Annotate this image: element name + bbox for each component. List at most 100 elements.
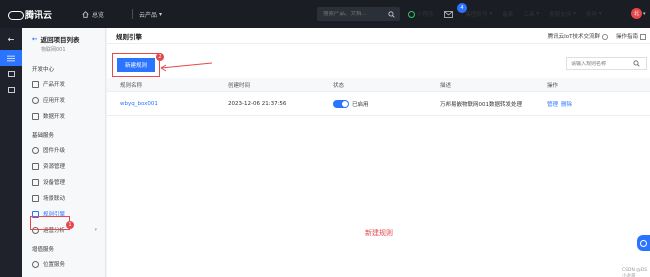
- sidebar-item-devices[interactable]: 设备管理: [22, 174, 105, 190]
- column-header: 创建时间: [228, 82, 251, 89]
- chevron-down-icon: ▾: [573, 11, 576, 17]
- back-to-projects-label: 返回项目列表: [40, 36, 80, 44]
- sidebar-item-product-dev[interactable]: 产品开发: [22, 76, 105, 92]
- search-icon[interactable]: [633, 60, 640, 67]
- brand-name: 腾讯云: [25, 10, 53, 21]
- rule-search-input[interactable]: [567, 60, 633, 67]
- avatar[interactable]: 北: [631, 8, 642, 19]
- nav-group-account[interactable]: 集团账号 ▾: [466, 10, 493, 18]
- guide-link[interactable]: 操作指南: [616, 32, 646, 40]
- arrow-left-icon: ←: [32, 35, 38, 43]
- sidebar-item-data-dev[interactable]: 数据开发: [22, 108, 105, 124]
- status-text: 已启用: [352, 101, 369, 108]
- column-header: 规则名称: [120, 82, 143, 89]
- chevron-down-icon: ▾: [643, 11, 646, 17]
- table-row: wbyq_box001 2023-12-06 21:37:56 已启用 万邦易嵌…: [107, 92, 650, 116]
- sidebar: ← 返回项目列表 物联网001 开发中心 产品开发 应用开发 数据开发 基础服务…: [22, 28, 106, 277]
- sidebar-item-scenes[interactable]: 场景联动: [22, 190, 105, 206]
- chevron-down-icon: ▾: [159, 10, 163, 18]
- mini-program-icon: [408, 10, 415, 18]
- sidebar-group-title: 增值服务: [32, 247, 55, 253]
- resource-icon: [32, 162, 39, 170]
- sidebar-item-label: 位置服务: [43, 262, 66, 268]
- grid-icon[interactable]: [0, 66, 22, 82]
- chevron-down-icon: ▾: [489, 11, 493, 17]
- external-link-icon: [640, 33, 646, 40]
- nav-mail[interactable]: [443, 10, 456, 18]
- table-header: 规则名称 创建时间 状态 描述 操作: [107, 78, 650, 92]
- nav-filing[interactable]: 备案: [502, 10, 513, 18]
- created-time: 2023-12-06 21:37:56: [228, 100, 287, 107]
- sidebar-item-resources[interactable]: 资源管理: [22, 158, 105, 174]
- community-link-label: 腾讯云IoT技术交流群: [547, 34, 600, 40]
- arrow-left-icon[interactable]: ←: [0, 28, 22, 50]
- qrcode-icon: [601, 33, 608, 40]
- chevron-down-icon: ▾: [536, 11, 540, 17]
- sidebar-item-label: 固件升级: [43, 148, 66, 154]
- annotation-highlight-box: [30, 216, 70, 230]
- project-name: 物联网001: [41, 47, 66, 53]
- help-icon: [640, 239, 647, 247]
- scene-icon: [32, 194, 39, 202]
- icon-rail: ←: [0, 28, 22, 277]
- nav-right-group: 小程序 集团账号 ▾ 备案 工具 ▾ 客服支持 ▾ 费用 ▾: [408, 0, 612, 28]
- mail-count-badge: 4: [457, 3, 467, 13]
- sidebar-item-label: 应用开发: [43, 98, 66, 104]
- panel-icon[interactable]: [0, 82, 22, 98]
- delete-link[interactable]: 删除: [561, 100, 572, 108]
- nav-tools-label: 工具: [523, 12, 535, 18]
- sidebar-item-label: 场景联动: [43, 196, 66, 202]
- nav-home-label: 总览: [92, 11, 105, 19]
- rule-search[interactable]: [566, 57, 647, 70]
- description: 万邦易嵌物联网001数据转发处理: [440, 101, 522, 108]
- sidebar-item-location[interactable]: 位置服务: [22, 256, 105, 272]
- guide-link-label: 操作指南: [615, 34, 638, 40]
- cloud-logo-icon: [8, 9, 24, 20]
- watermark: CSDN @DS小龙哥: [622, 268, 648, 277]
- column-header: 操作: [547, 82, 559, 89]
- nav-mini-program[interactable]: 小程序: [408, 10, 434, 18]
- chevron-down-icon: ▾: [598, 11, 602, 17]
- location-icon: [32, 260, 39, 268]
- sidebar-item-firmware[interactable]: 固件升级: [22, 142, 105, 158]
- list-icon[interactable]: [0, 50, 22, 66]
- mail-icon: [443, 10, 453, 18]
- nav-divider: [132, 9, 133, 19]
- sidebar-group-title: 基础服务: [32, 133, 55, 139]
- nav-home[interactable]: 总览: [82, 10, 126, 19]
- rule-name-link[interactable]: wbyq_box001: [120, 92, 158, 115]
- sidebar-item-label: 数据开发: [43, 114, 66, 120]
- column-header: 描述: [440, 82, 452, 89]
- nav-group-account-label: 集团账号: [465, 12, 488, 18]
- status-cell: 已启用: [333, 92, 369, 115]
- column-header: 状态: [333, 82, 345, 89]
- sidebar-item-app-dev[interactable]: 应用开发: [22, 92, 105, 108]
- global-search-input[interactable]: [317, 11, 383, 17]
- header-actions: 腾讯云IoT技术交流群 操作指南: [548, 32, 646, 40]
- sidebar-header: ← 返回项目列表 物联网001: [22, 28, 105, 58]
- global-search[interactable]: [317, 7, 400, 21]
- community-link[interactable]: 腾讯云IoT技术交流群: [548, 32, 608, 40]
- nav-support-label: 客服支持: [549, 12, 572, 18]
- manage-link[interactable]: 管理: [547, 100, 558, 108]
- gear-icon: [32, 80, 39, 88]
- nav-filing-label: 备案: [502, 12, 514, 18]
- nav-products[interactable]: 云产品 ▾: [139, 10, 162, 19]
- sidebar-item-label: 资源管理: [43, 164, 66, 170]
- sidebar-group-title: 开发中心: [32, 67, 55, 73]
- sidebar-item-label: 设备管理: [43, 180, 66, 186]
- chevron-down-icon: ▾: [94, 227, 97, 233]
- nav-products-label: 云产品: [139, 11, 158, 19]
- status-toggle[interactable]: [333, 99, 349, 108]
- app-icon: [32, 96, 39, 104]
- brand-logo[interactable]: 腾讯云: [0, 8, 82, 21]
- row-actions: 管理 删除: [547, 92, 572, 115]
- search-icon[interactable]: [383, 7, 399, 21]
- upgrade-icon: [32, 146, 39, 154]
- nav-billing[interactable]: 费用 ▾: [586, 10, 602, 18]
- back-to-projects[interactable]: ← 返回项目列表: [32, 34, 105, 44]
- help-float-button[interactable]: [637, 235, 650, 251]
- device-icon: [32, 178, 39, 186]
- nav-tools[interactable]: 工具 ▾: [523, 10, 539, 18]
- nav-support[interactable]: 客服支持 ▾: [549, 10, 576, 18]
